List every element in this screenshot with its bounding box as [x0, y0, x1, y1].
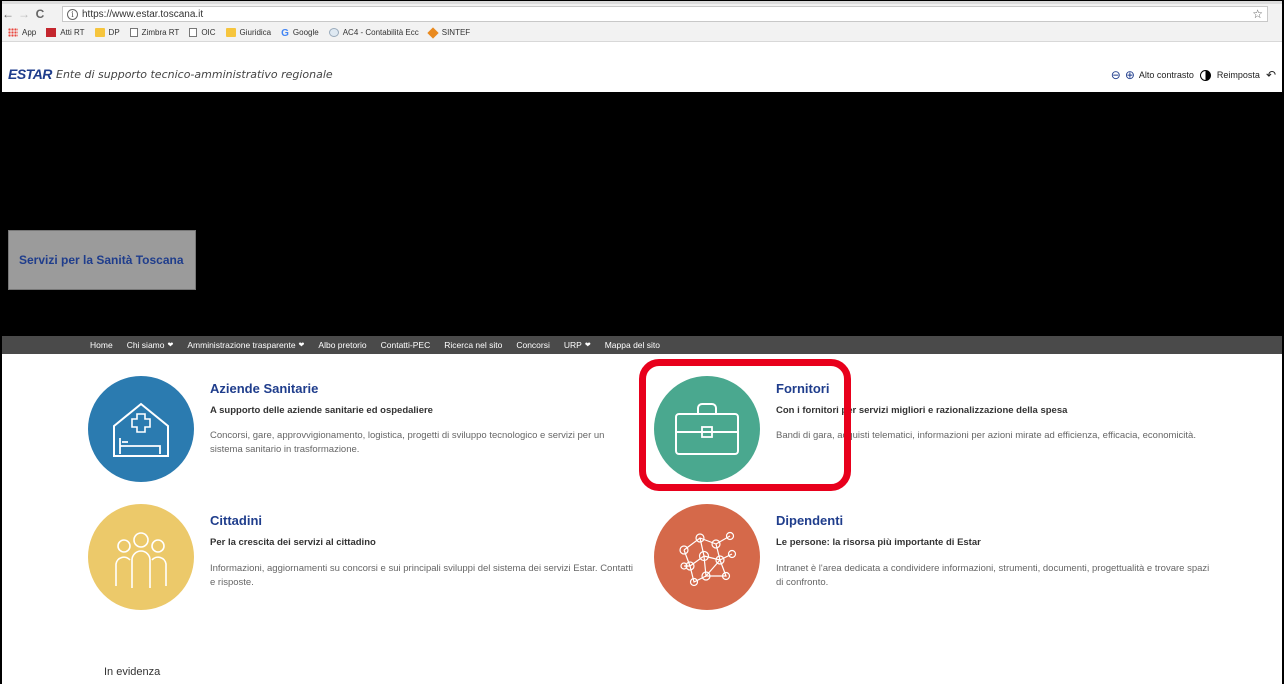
high-contrast-label[interactable]: Alto contrasto	[1139, 70, 1194, 80]
hero-banner: Servizi per la Sanità Toscana	[0, 92, 1284, 336]
info-icon[interactable]: i	[67, 8, 78, 20]
undo-icon[interactable]: ↶	[1266, 68, 1276, 82]
dipendenti-description: Intranet è l'area dedicata a condividere…	[776, 563, 1210, 588]
ac4-icon	[328, 28, 339, 37]
page-icon	[129, 28, 138, 37]
hero-title-box: Servizi per la Sanità Toscana	[8, 230, 196, 290]
cittadini-title[interactable]: Cittadini	[210, 513, 262, 528]
bookmark-star-icon[interactable]: ☆	[1252, 7, 1263, 21]
bookmark-zimbra-rt[interactable]: Zimbra RT	[129, 28, 179, 37]
bookmark-sintef[interactable]: SINTEF	[427, 26, 470, 39]
fornitori-highlight-box	[639, 359, 851, 491]
cittadini-subtitle: Per la crescita dei servizi al cittadino	[210, 537, 376, 548]
bookmark-ac4[interactable]: AC4 - Contabilità Ecc	[328, 28, 419, 37]
hero-title: Servizi per la Sanità Toscana	[19, 253, 184, 267]
nav-albo-pretorio[interactable]: Albo pretorio	[318, 340, 366, 350]
aziende-subtitle: A supporto delle aziende sanitarie ed os…	[210, 405, 433, 416]
chevron-down-icon: ❤︎	[584, 342, 591, 349]
nav-amministrazione-trasparente[interactable]: Amministrazione trasparente ❤︎	[187, 340, 304, 350]
dipendenti-icon[interactable]	[654, 504, 760, 610]
bookmark-oic[interactable]: OIC	[189, 28, 216, 37]
reset-label[interactable]: Reimposta	[1217, 70, 1260, 80]
red-square-icon	[46, 28, 57, 37]
nav-urp[interactable]: URP ❤︎	[564, 340, 591, 350]
aziende-sanitarie-icon[interactable]	[88, 376, 194, 482]
dipendenti-subtitle: Le persone: la risorsa più importante di…	[776, 537, 981, 548]
bookmark-google[interactable]: G Google	[281, 28, 319, 39]
folder-icon	[94, 28, 105, 37]
bookmarks-bar: App Atti RT DP Zimbra RT OIC Giuridica G…	[0, 24, 1284, 42]
zoom-in-icon[interactable]: ⊕	[1125, 68, 1135, 82]
cittadini-description: Informazioni, aggiornamenti su concorsi …	[210, 563, 633, 588]
chevron-down-icon: ❤︎	[298, 342, 305, 349]
forward-icon[interactable]: →	[16, 6, 32, 22]
site-header: ESTAR Ente di supporto tecnico-amministr…	[0, 62, 1284, 92]
contrast-icon[interactable]	[1199, 69, 1211, 81]
url-text: https://www.estar.toscana.it	[82, 8, 204, 20]
zoom-out-icon[interactable]: ⊖	[1111, 68, 1121, 82]
estar-logo[interactable]: ESTAR	[8, 66, 52, 82]
bookmark-app[interactable]: App	[8, 28, 36, 37]
main-nav: Home Chi siamo ❤︎ Amministrazione traspar…	[0, 336, 1284, 354]
nav-mappa-sito[interactable]: Mappa del sito	[605, 340, 660, 350]
reload-icon[interactable]: C	[32, 6, 48, 22]
dipendenti-title[interactable]: Dipendenti	[776, 513, 843, 528]
cittadini-icon[interactable]	[88, 504, 194, 610]
accessibility-toolbar: ⊖ ⊕ Alto contrasto Reimposta ↶	[1111, 68, 1276, 82]
diamond-icon	[427, 26, 439, 39]
address-bar: ← → C i https://www.estar.toscana.it ☆	[0, 4, 1284, 24]
chevron-down-icon: ❤︎	[167, 342, 174, 349]
nav-ricerca[interactable]: Ricerca nel sito	[444, 340, 502, 350]
apps-icon	[8, 28, 18, 37]
nav-concorsi[interactable]: Concorsi	[516, 340, 550, 350]
bookmark-atti-rt[interactable]: Atti RT	[46, 28, 85, 37]
bookmark-dp[interactable]: DP	[94, 28, 120, 37]
google-icon: G	[281, 28, 289, 39]
site-tagline: Ente di supporto tecnico-amministrativo …	[56, 68, 333, 81]
aziende-title[interactable]: Aziende Sanitarie	[210, 381, 318, 396]
back-icon[interactable]: ←	[0, 6, 16, 22]
nav-contatti-pec[interactable]: Contatti-PEC	[381, 340, 431, 350]
aziende-description: Concorsi, gare, approvvigionamento, logi…	[210, 430, 605, 455]
in-evidenza-heading: In evidenza	[104, 666, 161, 678]
bookmark-giuridica[interactable]: Giuridica	[225, 28, 271, 37]
folder-icon	[225, 28, 236, 37]
url-input[interactable]: i https://www.estar.toscana.it ☆	[62, 6, 1268, 22]
page-icon	[189, 28, 198, 37]
nav-chi-siamo[interactable]: Chi siamo ❤︎	[127, 340, 174, 350]
nav-home[interactable]: Home	[90, 340, 113, 350]
